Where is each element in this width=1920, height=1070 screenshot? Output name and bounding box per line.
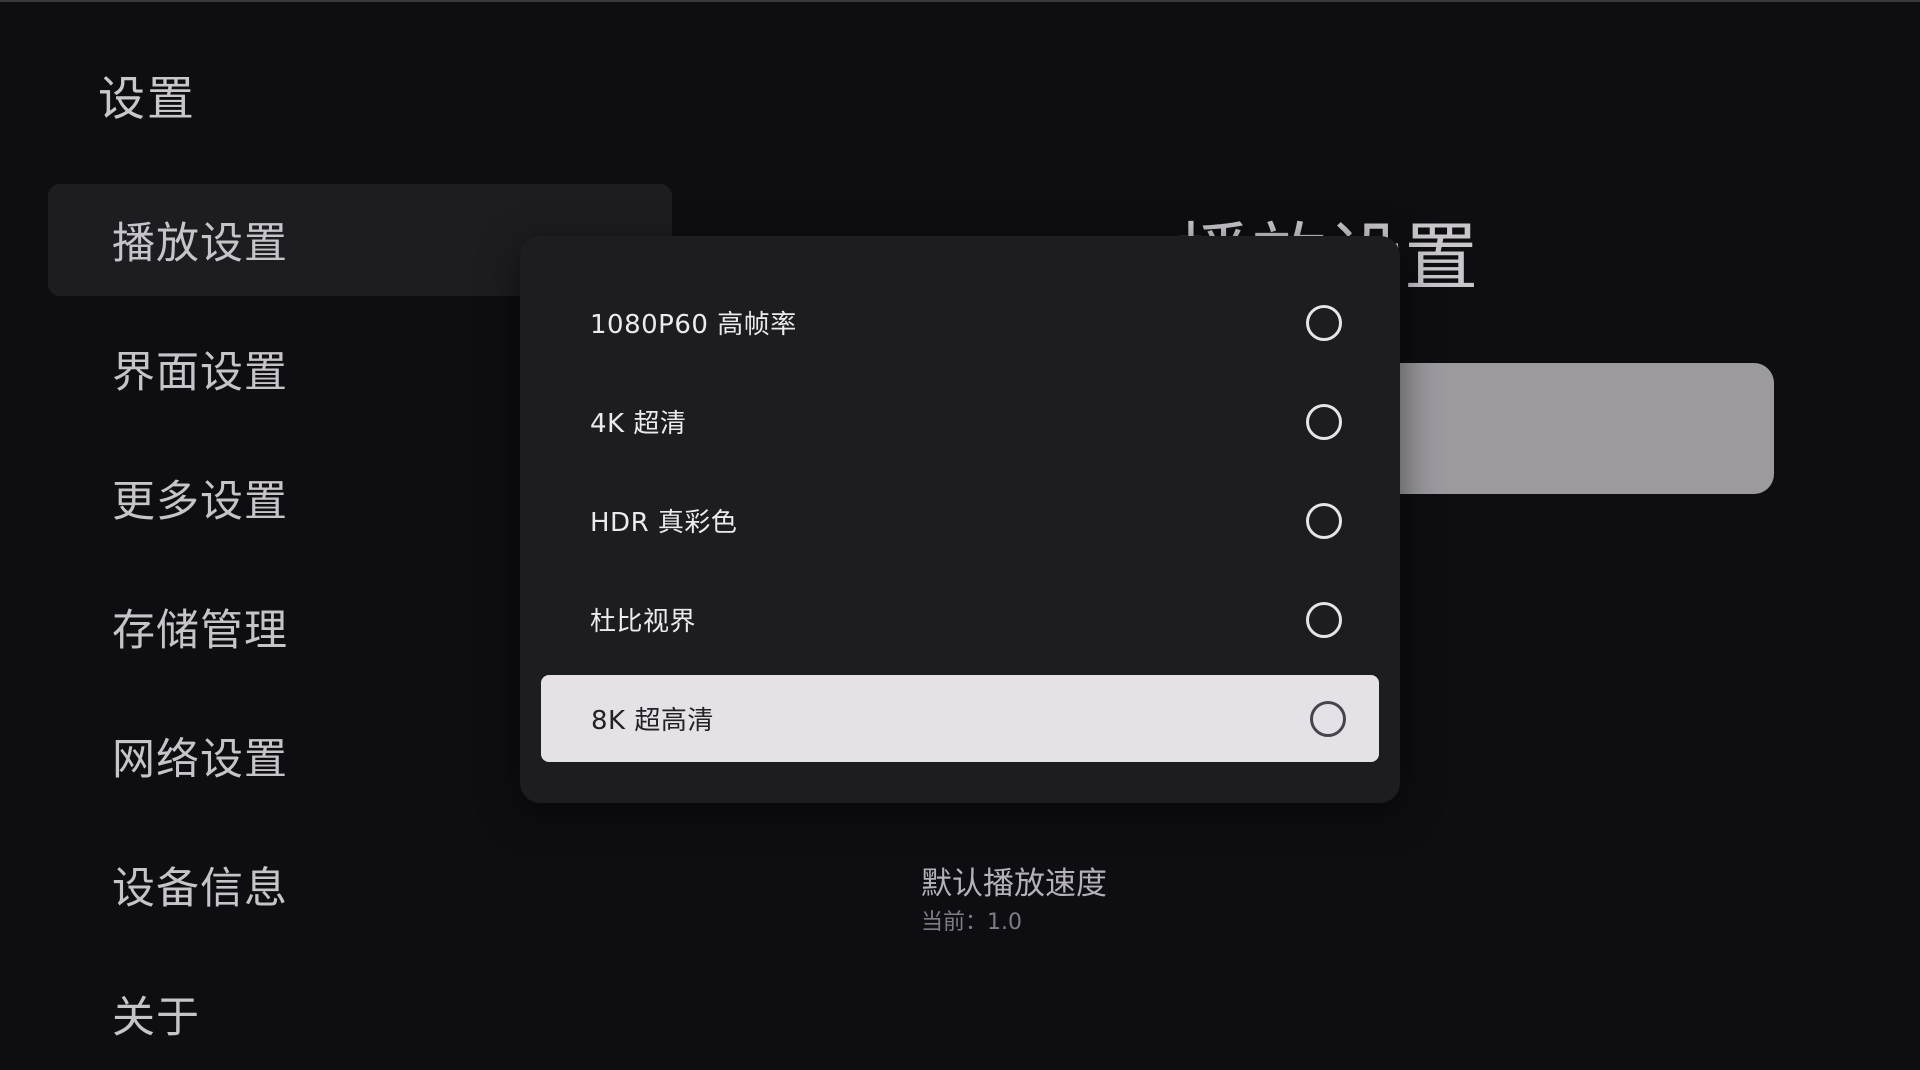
sidebar-item-device-info[interactable]: 设备信息: [48, 829, 672, 941]
radio-button-icon[interactable]: [1306, 304, 1342, 341]
radio-button-icon[interactable]: [1306, 601, 1342, 638]
option-label: 4K 超清: [590, 409, 687, 439]
quality-selection-dialog: 1080P60 高帧率 4K 超清 HDR 真彩色 杜比视界 8K 超高清: [520, 236, 1400, 803]
option-8k[interactable]: 8K 超高清: [541, 675, 1379, 762]
default-speed-label[interactable]: 默认播放速度: [921, 858, 1107, 903]
default-speed-value: 当前：1.0: [921, 910, 1022, 935]
radio-button-icon[interactable]: [1306, 403, 1342, 440]
option-label: 8K 超高清: [591, 706, 714, 736]
setting-card[interactable]: [1360, 363, 1774, 494]
radio-button-icon[interactable]: [1310, 700, 1346, 737]
option-label: 1080P60 高帧率: [590, 310, 797, 340]
option-dolby-vision[interactable]: 杜比视界: [520, 570, 1400, 669]
sidebar-item-about[interactable]: 关于: [48, 958, 672, 1070]
option-4k[interactable]: 4K 超清: [520, 372, 1400, 471]
page-title: 设置: [98, 72, 196, 127]
option-1080p60[interactable]: 1080P60 高帧率: [520, 273, 1400, 372]
window-top-border: [0, 0, 1920, 2]
option-label: 杜比视界: [590, 607, 697, 637]
option-hdr[interactable]: HDR 真彩色: [520, 471, 1400, 570]
radio-button-icon[interactable]: [1306, 502, 1342, 539]
option-label: HDR 真彩色: [590, 508, 738, 538]
